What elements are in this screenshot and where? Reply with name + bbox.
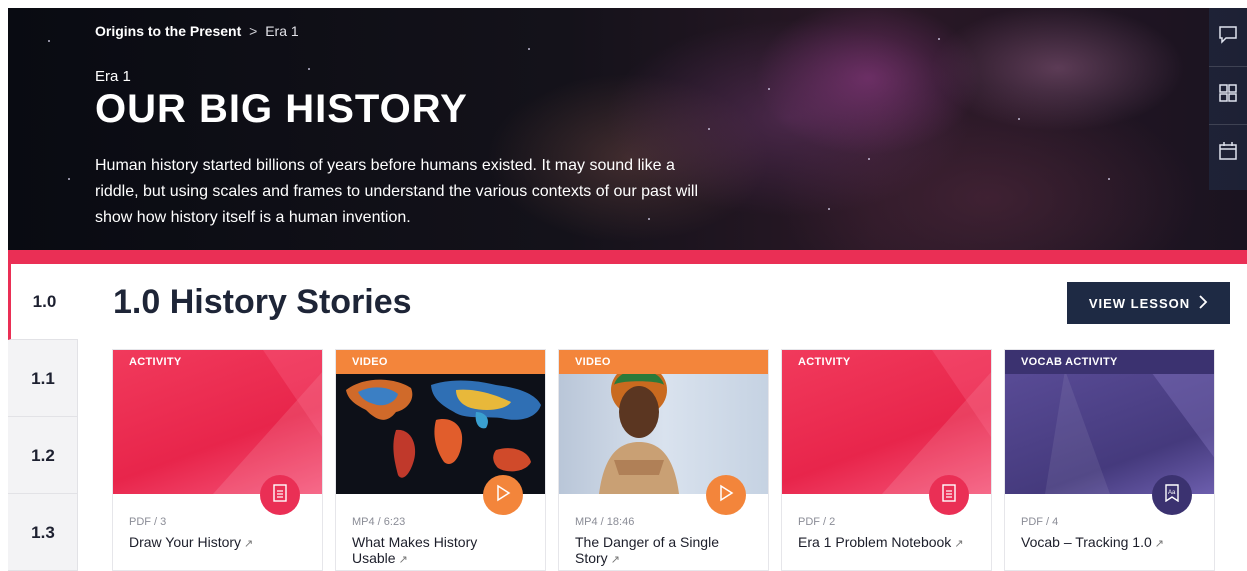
play-video-button[interactable]: [706, 475, 746, 515]
card-title-text: Vocab – Tracking 1.0: [1021, 534, 1152, 550]
card-title-text: Draw Your History: [129, 534, 242, 550]
card-title-link[interactable]: Draw Your History ↗: [129, 534, 309, 552]
external-link-icon: ↗: [610, 554, 620, 566]
card-type-label: VIDEO: [336, 350, 545, 374]
external-link-icon: ↗: [244, 538, 254, 550]
resource-card[interactable]: ACTIVITY PDF / 2 Era 1 Problem Notebook ↗: [781, 349, 992, 571]
document-icon: [273, 483, 287, 507]
card-type-label: ACTIVITY: [129, 356, 182, 368]
chat-icon: [1217, 24, 1239, 51]
play-icon: [718, 484, 734, 507]
breadcrumb-parent-link[interactable]: Origins to the Present: [95, 23, 241, 39]
view-lesson-button[interactable]: VIEW LESSON: [1067, 282, 1230, 324]
vocab-icon: Aa: [1164, 483, 1180, 507]
card-title-link[interactable]: Vocab – Tracking 1.0 ↗: [1021, 534, 1201, 552]
hero-banner: Origins to the Present > Era 1 Era 1 OUR…: [8, 8, 1247, 251]
comments-button[interactable]: [1209, 8, 1247, 66]
play-video-button[interactable]: [483, 475, 523, 515]
external-link-icon: ↗: [398, 554, 408, 566]
calendar-button[interactable]: [1209, 124, 1247, 182]
card-title-text: Era 1 Problem Notebook: [798, 534, 952, 550]
era-label: Era 1: [95, 68, 131, 85]
calendar-icon: [1217, 140, 1239, 167]
resource-card[interactable]: VIDEO MP4 / 18:46 The Danger of a Single…: [558, 349, 769, 571]
section-title: 1.0 History Stories: [113, 283, 412, 321]
lesson-sidebar: 1.0 1.1 1.2 1.3: [8, 264, 78, 571]
card-meta: MP4 / 18:46: [575, 516, 635, 528]
card-title-link[interactable]: The Danger of a Single Story ↗: [575, 534, 755, 568]
resource-card[interactable]: VOCAB ACTIVITY Aa PDF / 4 Vocab – Tracki…: [1004, 349, 1215, 571]
card-title-text: The Danger of a Single Story: [575, 534, 719, 566]
open-document-button[interactable]: [260, 475, 300, 515]
card-type-label: ACTIVITY: [798, 356, 851, 368]
card-title-link[interactable]: What Makes History Usable ↗: [352, 534, 532, 568]
card-meta: PDF / 2: [798, 516, 836, 528]
view-lesson-label: VIEW LESSON: [1088, 295, 1191, 311]
page-title: OUR BIG HISTORY: [95, 87, 468, 131]
sidebar-tab-1-3[interactable]: 1.3: [8, 495, 78, 571]
document-icon: [942, 483, 956, 507]
hero-description: Human history started billions of years …: [95, 157, 698, 226]
external-link-icon: ↗: [954, 538, 964, 550]
svg-text:Aa: Aa: [1168, 490, 1176, 496]
external-link-icon: ↗: [1154, 538, 1164, 550]
open-document-button[interactable]: [929, 475, 969, 515]
card-title-text: What Makes History Usable: [352, 534, 478, 566]
sidebar-tab-1-0[interactable]: 1.0: [8, 264, 78, 340]
accent-band: [8, 250, 1247, 264]
breadcrumb-separator: >: [249, 23, 258, 39]
sidebar-tab-1-1[interactable]: 1.1: [8, 341, 78, 417]
card-meta: MP4 / 6:23: [352, 516, 406, 528]
tool-rail: [1209, 8, 1247, 190]
resource-card[interactable]: ACTIVITY PDF / 3 Draw Your History ↗: [112, 349, 323, 571]
grid-icon: [1217, 82, 1239, 109]
card-title-link[interactable]: Era 1 Problem Notebook ↗: [798, 534, 978, 552]
open-vocab-button[interactable]: Aa: [1152, 475, 1192, 515]
resource-card[interactable]: VIDEO MP4 / 6:23 What Makes History Usab…: [335, 349, 546, 571]
card-type-label: VOCAB ACTIVITY: [1005, 350, 1214, 374]
breadcrumb-current: Era 1: [265, 23, 299, 39]
play-icon: [495, 484, 511, 507]
card-meta: PDF / 3: [129, 516, 167, 528]
grid-view-button[interactable]: [1209, 66, 1247, 124]
breadcrumb: Origins to the Present > Era 1: [95, 23, 299, 39]
sidebar-tab-1-2[interactable]: 1.2: [8, 418, 78, 494]
card-meta: PDF / 4: [1021, 516, 1059, 528]
card-type-label: VIDEO: [559, 350, 768, 374]
chevron-right-icon: [1198, 294, 1208, 312]
